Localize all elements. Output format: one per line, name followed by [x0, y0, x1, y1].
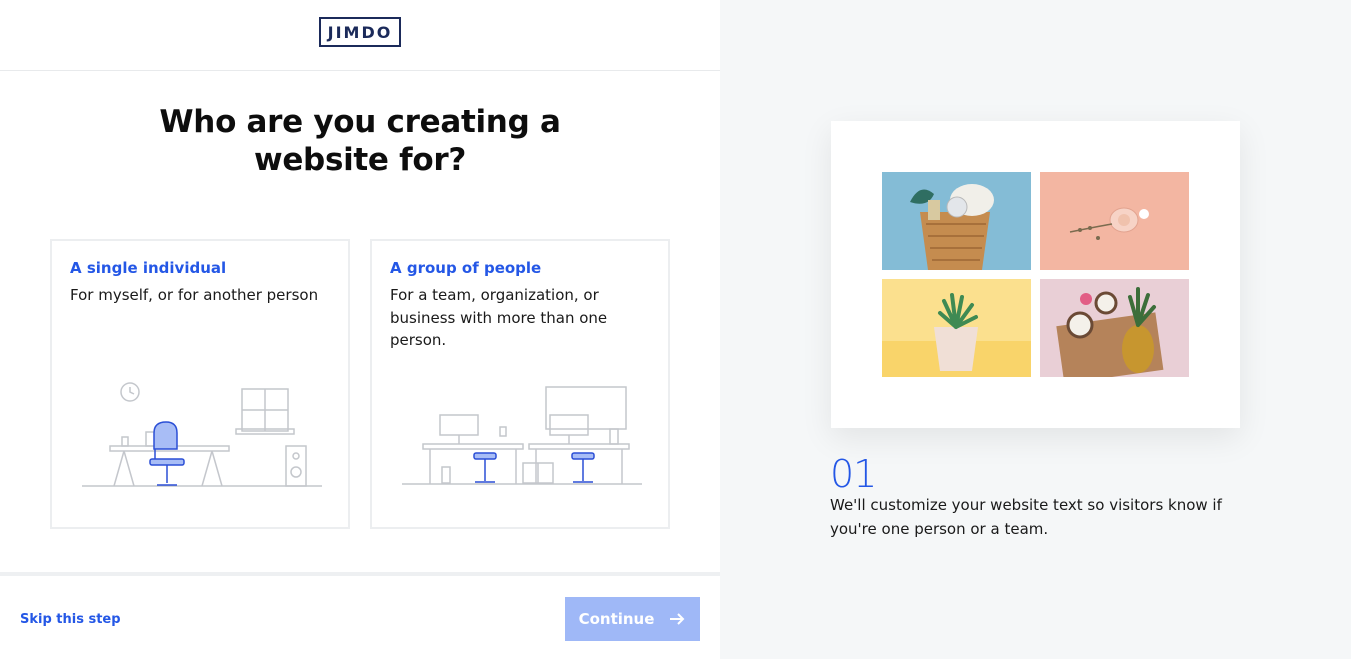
card-description: For myself, or for another person	[70, 286, 319, 304]
continue-button[interactable]: Continue	[565, 597, 700, 641]
step-number: 01	[830, 452, 877, 496]
single-desk-illustration	[82, 382, 322, 487]
preview-image-plant	[882, 279, 1031, 377]
header: JIMDO	[0, 0, 720, 71]
arrow-right-icon	[670, 613, 685, 625]
option-card-individual[interactable]: A single individual For myself, or for a…	[50, 239, 350, 529]
preview-image-cup	[1040, 172, 1189, 270]
preview-image-fruits	[1040, 279, 1189, 377]
right-panel: 01 We'll customize your website text so …	[720, 0, 1351, 659]
team-desks-illustration	[402, 386, 642, 485]
card-title: A group of people	[390, 259, 542, 277]
card-description: For a team, organization, or business wi…	[390, 286, 608, 349]
continue-label: Continue	[578, 610, 655, 628]
option-card-group[interactable]: A group of people For a team, organizati…	[370, 239, 670, 529]
page-title: Who are you creating a website for?	[159, 104, 561, 178]
jimdo-logo[interactable]: JIMDO	[319, 17, 401, 47]
left-panel: JIMDO Who are you creating a website for…	[0, 0, 720, 659]
preview-image-basket	[882, 172, 1031, 270]
step-description: We'll customize your website text so vis…	[830, 496, 1222, 538]
footer-divider	[0, 572, 720, 576]
website-preview-card	[831, 121, 1240, 428]
skip-step-link[interactable]: Skip this step	[20, 612, 121, 627]
card-title: A single individual	[70, 259, 227, 277]
